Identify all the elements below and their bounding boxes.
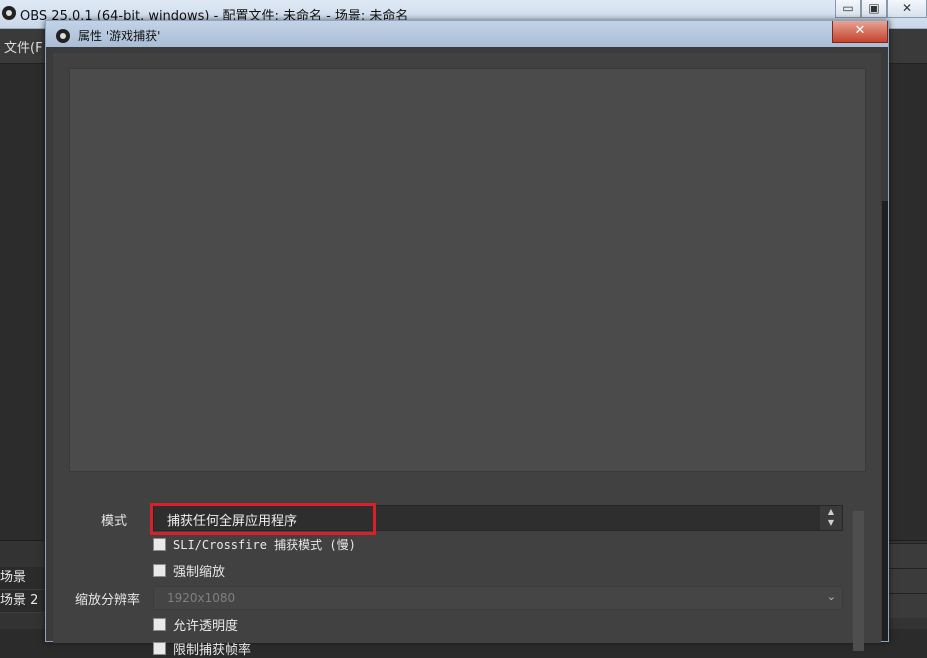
allow-transparency-label: 允许透明度 xyxy=(173,618,239,634)
dialog-title: 属性 '游戏捕获' xyxy=(78,29,161,43)
sli-crossfire-option[interactable]: SLI/Crossfire 捕获模式 (慢) xyxy=(153,534,356,554)
obs-logo-icon xyxy=(2,6,16,20)
allow-transparency-option[interactable]: 允许透明度 xyxy=(153,614,238,634)
allow-transparency-checkbox[interactable] xyxy=(153,617,166,631)
mode-select[interactable]: 捕获任何全屏应用程序 ▲ ▼ xyxy=(150,503,843,535)
force-scaling-label: 强制缩放 xyxy=(173,564,226,580)
mode-label: 模式 xyxy=(101,514,128,529)
scene-item[interactable]: 场景 2 xyxy=(0,590,47,613)
sli-crossfire-checkbox[interactable] xyxy=(153,537,166,551)
scale-resolution-value: 1920x1080 xyxy=(167,591,236,605)
limit-framerate-checkbox[interactable] xyxy=(153,641,166,655)
close-button[interactable]: ✕ xyxy=(887,0,927,18)
red-highlight-box xyxy=(150,503,376,535)
obs-logo-icon xyxy=(56,29,70,43)
menu-file[interactable]: 文件(F xyxy=(4,37,43,56)
updown-spinner-icon[interactable]: ▲ ▼ xyxy=(820,506,842,530)
scale-resolution-label: 缩放分辨率 xyxy=(75,593,141,608)
dialog-scrollbar[interactable] xyxy=(882,201,888,641)
dock-row xyxy=(886,568,927,593)
source-preview xyxy=(69,68,866,472)
dock-row xyxy=(886,593,927,618)
scale-resolution-select[interactable]: 1920x1080 ⌄ xyxy=(153,586,843,610)
limit-framerate-label: 限制捕获帧率 xyxy=(173,642,252,658)
main-right-edge xyxy=(886,28,927,628)
scene-item[interactable]: 场景 xyxy=(0,567,47,590)
properties-dialog: 属性 '游戏捕获' ✕ 模式 捕获任何全屏应用程序 ▲ ▼ SLI/Crossfi… xyxy=(45,20,889,658)
dialog-content: 模式 捕获任何全屏应用程序 ▲ ▼ SLI/Crossfire 捕获模式 (慢) … xyxy=(53,53,881,658)
limit-framerate-option[interactable]: 限制捕获帧率 xyxy=(153,638,251,658)
dialog-titlebar: 属性 '游戏捕获' ✕ xyxy=(46,21,888,47)
force-scaling-checkbox[interactable] xyxy=(153,563,166,577)
dialog-close-button[interactable]: ✕ xyxy=(832,21,888,43)
force-scaling-option[interactable]: 强制缩放 xyxy=(153,560,225,580)
scene-list: 场景 场景 2 xyxy=(0,567,47,613)
chevron-down-icon[interactable]: ⌄ xyxy=(827,590,836,603)
minimize-button[interactable]: ▭ xyxy=(835,0,861,18)
sli-crossfire-label: SLI/Crossfire 捕获模式 (慢) xyxy=(173,537,356,552)
properties-scrollbar[interactable] xyxy=(853,511,864,651)
dock-row xyxy=(886,543,927,568)
maximize-button[interactable]: ▣ xyxy=(861,0,887,18)
window-buttons: ▭ ▣ ✕ xyxy=(835,0,927,20)
